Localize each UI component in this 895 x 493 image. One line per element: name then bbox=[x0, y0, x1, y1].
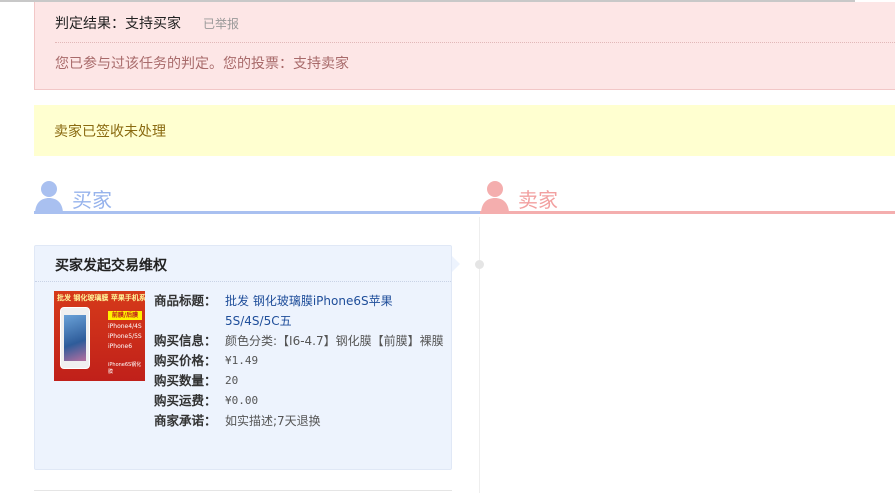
info-row-price: 购买价格： ¥1.49 bbox=[154, 351, 444, 371]
reported-badge: 已举报 bbox=[203, 16, 240, 31]
timeline-line bbox=[479, 217, 480, 493]
info-row-shipping: 购买运费： ¥0.00 bbox=[154, 391, 444, 411]
product-thumbnail[interactable]: 批发 钢化玻璃膜 苹果手机系列 前膜/后膜 iPhone4/4S iPhone5… bbox=[54, 291, 145, 381]
verdict-vote-text: 您已参与过该任务的判定。您的投票：支持卖家 bbox=[55, 56, 349, 72]
info-value: 20 bbox=[225, 374, 239, 387]
phone-screen bbox=[64, 315, 86, 361]
status-banner: 卖家已签收未处理 bbox=[34, 105, 895, 156]
info-value: ¥0.00 bbox=[225, 394, 259, 407]
info-key: 商家承诺： bbox=[154, 413, 217, 428]
timeline-dot bbox=[475, 260, 484, 269]
verdict-divider bbox=[55, 42, 895, 43]
info-key: 购买价格： bbox=[154, 353, 217, 368]
info-key: 购买信息： bbox=[154, 333, 217, 348]
product-title-link[interactable]: 批发 钢化玻璃膜iPhone6S苹果5S/4S/5C五 bbox=[225, 291, 444, 331]
info-value: 如实描述;7天退换 bbox=[225, 414, 321, 428]
thumb-tag: 前膜/后膜 bbox=[108, 311, 142, 320]
info-key: 购买数量： bbox=[154, 373, 217, 388]
card-divider bbox=[35, 281, 451, 282]
thumb-top-text: 批发 钢化玻璃膜 苹果手机系列 bbox=[57, 294, 145, 302]
info-row-title: 商品标题： 批发 钢化玻璃膜iPhone6S苹果5S/4S/5C五 bbox=[154, 291, 444, 331]
info-row-purchase: 购买信息： 颜色分类:【I6-4.7】钢化膜【前膜】裸膜 bbox=[154, 331, 444, 351]
verdict-panel: 判定结果：支持买家 已举报 您已参与过该任务的判定。您的投票：支持卖家 bbox=[34, 2, 895, 90]
phone-image bbox=[60, 307, 90, 369]
verdict-result: 判定结果：支持买家 bbox=[55, 16, 181, 32]
product-info: 商品标题： 批发 钢化玻璃膜iPhone6S苹果5S/4S/5C五 购买信息： … bbox=[154, 291, 444, 431]
thumb-foot-text: iPhone6S钢化膜 bbox=[108, 362, 142, 375]
verdict-header: 判定结果：支持买家 已举报 bbox=[55, 12, 239, 34]
card-pointer bbox=[452, 256, 460, 272]
dispute-card: 买家发起交易维权 批发 钢化玻璃膜 苹果手机系列 前膜/后膜 iPhone4/4… bbox=[34, 245, 452, 470]
info-value: ¥1.49 bbox=[225, 354, 259, 367]
info-value: 颜色分类:【I6-4.7】钢化膜【前膜】裸膜 bbox=[225, 334, 444, 348]
info-key: 商品标题： bbox=[154, 293, 217, 308]
buyer-header: 买家 bbox=[34, 178, 480, 214]
seller-header: 卖家 bbox=[480, 178, 895, 214]
seller-label: 卖家 bbox=[518, 188, 558, 212]
info-key: 购买运费： bbox=[154, 393, 217, 408]
card-title: 买家发起交易维权 bbox=[55, 258, 167, 274]
bottom-divider bbox=[34, 490, 452, 491]
info-row-promise: 商家承诺： 如实描述;7天退换 bbox=[154, 411, 444, 431]
buyer-label: 买家 bbox=[72, 188, 112, 212]
thumb-tag-line: iPhone4/4S bbox=[108, 323, 142, 330]
seller-person-icon bbox=[481, 181, 509, 214]
status-text: 卖家已签收未处理 bbox=[54, 123, 166, 140]
buyer-person-icon bbox=[35, 181, 63, 214]
info-row-quantity: 购买数量： 20 bbox=[154, 371, 444, 391]
thumb-tag-line: iPhone5/5S bbox=[108, 333, 142, 340]
thumb-tag-line: iPhone6 bbox=[108, 343, 133, 350]
